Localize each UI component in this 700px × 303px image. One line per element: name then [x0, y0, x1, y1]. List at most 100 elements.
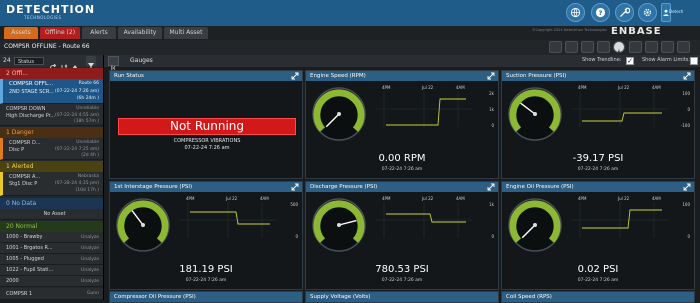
list-item-normal[interactable]: 1005 - Plugged Unalyze — [0, 254, 103, 265]
alarm-limits-checkbox[interactable] — [690, 57, 698, 65]
status-sort-select[interactable]: Status — [14, 57, 44, 65]
trend-time-label: 4AM — [456, 85, 465, 90]
expand-icon[interactable] — [291, 183, 299, 191]
dial-gauge — [116, 198, 170, 252]
gauge-reading: -39.17 PSI — [572, 153, 624, 164]
trend-scale-label: 0 — [295, 234, 298, 239]
run-status-time: 07-22-24 7:26 am — [184, 145, 230, 151]
tab-multi-asset[interactable]: Multi Asset — [164, 27, 208, 39]
trend-time-label: 4PM — [578, 85, 587, 90]
collapse-sidebar-button[interactable] — [108, 56, 119, 71]
expand-icon[interactable] — [683, 72, 691, 80]
list-item-normal[interactable]: 1000 - Brawby Unalyze — [0, 232, 103, 243]
gauge-panel: Engine Speed (RPM) 4PM Jul 22 4AM 2k 1k … — [305, 70, 499, 179]
dial-gauge — [312, 87, 366, 141]
gear-icon — [643, 8, 652, 17]
gauge-timestamp: 07-22-24 7:26 am — [185, 278, 227, 283]
asset-count: 24 — [3, 57, 11, 64]
sliders-tool-button[interactable] — [677, 41, 690, 53]
group-offline[interactable]: 2 Offl... — [0, 68, 103, 79]
trend-time-label: 4PM — [382, 196, 391, 201]
wrench-icon — [620, 7, 630, 17]
group-alerted[interactable]: 1 Alerted — [0, 161, 103, 172]
run-status-indicator: Not Running — [118, 118, 296, 135]
list-item-normal[interactable]: 2000 Unalyze — [0, 276, 103, 287]
trendline-label: Show Trendline: — [582, 57, 622, 63]
gauge-reading: 181.19 PSI — [179, 264, 233, 275]
panel-title: Engine Oil Pressure (PSI) — [502, 182, 694, 192]
globe-button[interactable] — [566, 3, 585, 22]
app-logo-subtitle: TECHNOLOGIES — [24, 15, 62, 20]
group-normal[interactable]: 20 Normal — [0, 221, 103, 232]
brand-logo: ENBASE — [611, 26, 662, 37]
svg-text:?: ? — [599, 9, 603, 17]
trend-time-label: 4PM — [382, 85, 391, 90]
expand-icon[interactable] — [291, 72, 299, 80]
trend-scale-label: -100 — [680, 123, 690, 128]
trend-time-label: Jul 22 — [618, 196, 630, 201]
asset-location-title: COMPSR OFFLINE - Route 66 — [4, 43, 90, 50]
info-button[interactable]: i — [613, 41, 625, 57]
list-item-offline-2[interactable]: COMPSR DOWN Unreliable High Discharge Pr… — [0, 104, 103, 126]
help-button[interactable]: ? — [591, 3, 610, 22]
trend-scale-label: 500 — [290, 202, 298, 207]
panel-title: Run Status — [110, 71, 302, 81]
group-no-data[interactable]: 0 No Data — [0, 198, 103, 209]
gauge-reading: 0.02 PSI — [577, 264, 619, 275]
expand-icon[interactable] — [683, 183, 691, 191]
image-tool-button[interactable] — [581, 41, 594, 53]
trend-time-label: 4PM — [186, 196, 195, 201]
trend-chart: 4PM Jul 22 4AM 1k 0 — [376, 196, 494, 239]
tab-assets[interactable]: Assets — [4, 27, 38, 39]
dial-gauge — [312, 198, 366, 252]
trendline-checkbox[interactable]: ✓ — [626, 57, 634, 65]
location-bar — [0, 40, 700, 55]
list-item-danger[interactable]: COMPSR D... Unreliable Disc P (07-22-24 … — [0, 138, 103, 160]
user-name[interactable]: Detech — [669, 9, 683, 14]
map-tool-button[interactable] — [549, 41, 562, 53]
refresh-icon[interactable] — [49, 57, 57, 71]
trend-time-label: 4AM — [260, 196, 269, 201]
panel-title: Engine Speed (RPM) — [306, 71, 498, 81]
tab-alerts[interactable]: Alerts — [82, 27, 116, 39]
grid-tool-button[interactable] — [661, 41, 674, 53]
trend-time-label: Jul 22 — [226, 196, 238, 201]
list-item-normal[interactable]: 1022 - Fupil Stati... Unalyze — [0, 265, 103, 276]
sort-icon[interactable] — [60, 57, 68, 72]
trend-time-label: Jul 22 — [422, 85, 434, 90]
graph-tool-button[interactable] — [645, 41, 658, 53]
chart-tool-button[interactable] — [597, 41, 610, 53]
panel-title: Supply Voltage (Volts) — [306, 292, 498, 302]
copyright-text: ©Copyright 2024 Detechtion Technologies — [532, 28, 607, 32]
list-item-alerted[interactable]: COMPSR A... Nebraska Stg1 Disc P (07-28-… — [0, 172, 103, 196]
gauge-reading: 0.00 RPM — [378, 153, 426, 164]
expand-icon[interactable] — [487, 72, 495, 80]
trend-scale-label: 0 — [687, 234, 690, 239]
dial-gauge — [508, 198, 562, 252]
trend-time-label: 4AM — [652, 196, 661, 201]
list-item-offline-1[interactable]: COMPSR OFFL... Route 66 2ND STAGE SCR...… — [0, 79, 103, 104]
filter-button[interactable] — [86, 56, 96, 70]
gauge-timestamp: 07-22-24 7:26 am — [577, 278, 619, 283]
trend-scale-label: 1k — [489, 107, 494, 112]
wrench-tool-button[interactable] — [629, 41, 642, 53]
trend-time-label: 4AM — [652, 85, 661, 90]
trend-scale-label: 0 — [491, 123, 494, 128]
trend-time-label: 4AM — [456, 196, 465, 201]
list-item-normal[interactable]: COMPSR 1 Gunn — [0, 288, 103, 300]
group-danger[interactable]: 1 Danger — [0, 127, 103, 138]
trend-scale-label: 0 — [687, 107, 690, 112]
tools-button[interactable] — [615, 3, 634, 22]
list-item-normal[interactable]: 1001 - Brgatos R... Unalyze — [0, 243, 103, 254]
trend-chart: 4PM Jul 22 4AM 100 0 — [572, 196, 690, 239]
trend-time-label: Jul 22 — [422, 196, 434, 201]
tab-offline[interactable]: Offline (2) — [40, 27, 80, 39]
list-tool-button[interactable] — [565, 41, 578, 53]
tab-availability[interactable]: Availability — [118, 27, 162, 39]
expand-icon[interactable] — [487, 183, 495, 191]
sort-direction-icon[interactable] — [71, 57, 79, 69]
globe-icon — [570, 7, 581, 18]
panel-title: 1st Interstage Pressure (PSI) — [110, 182, 302, 192]
settings-button[interactable] — [638, 3, 657, 22]
trend-chart: 4PM Jul 22 4AM 2k 1k 0 — [376, 85, 494, 128]
